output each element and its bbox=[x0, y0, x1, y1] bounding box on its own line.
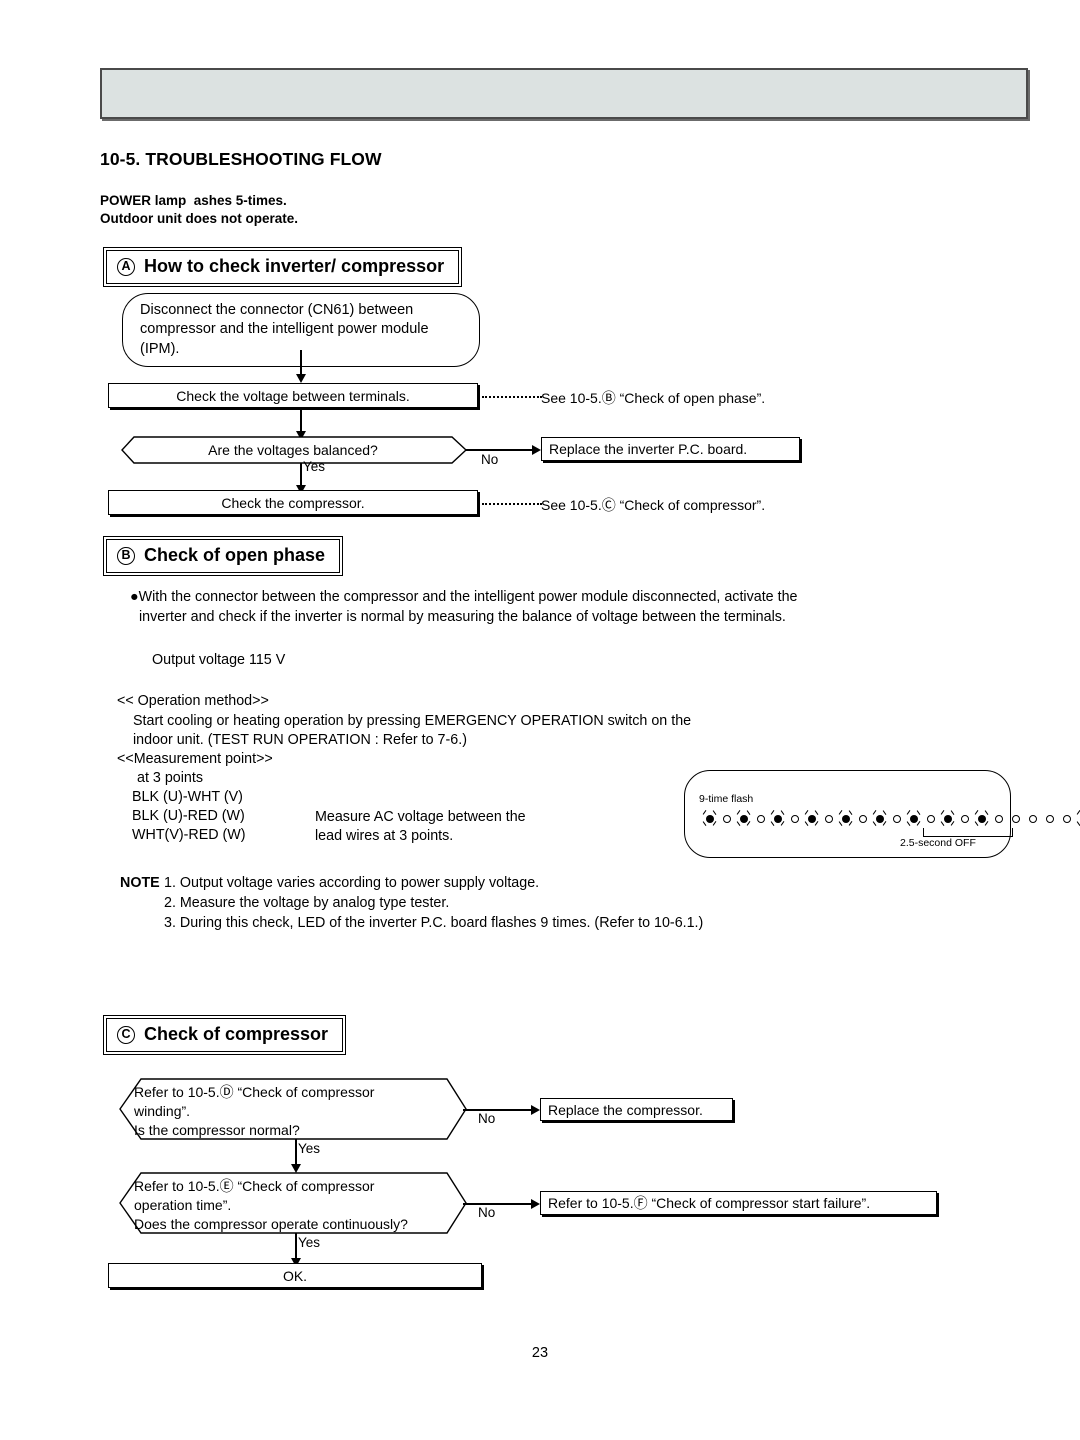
flow-a-decision-1-no-label: No bbox=[481, 452, 499, 467]
section-a-title: How to check inverter/ compressor bbox=[144, 256, 445, 276]
measurement-point-3: WHT(V)-RED (W) bbox=[132, 827, 246, 843]
flow-c-end-box: OK. bbox=[108, 1263, 482, 1288]
operation-line-2: indoor unit. (TEST RUN OPERATION : Refer… bbox=[133, 732, 467, 748]
operation-line-1: Start cooling or heating operation by pr… bbox=[133, 713, 692, 729]
led-flash-off-icon bbox=[854, 809, 871, 827]
measurement-point-1: BLK (U)-WHT (V) bbox=[132, 789, 243, 805]
flow-a-decision-1-yes-label: Yes bbox=[303, 459, 326, 474]
arrowhead-c-no-1-icon bbox=[531, 1105, 540, 1115]
led-flash-off-icon bbox=[1024, 809, 1041, 827]
led-flash-on-icon bbox=[837, 809, 854, 827]
led-flash-diagram: 9-time flash 2.5-second OFF bbox=[684, 770, 1080, 858]
page-title: 10-5. TROUBLESHOOTING FLOW bbox=[100, 149, 382, 169]
connector-c-no-2 bbox=[463, 1203, 533, 1205]
flow-c-decision-1-no-label: No bbox=[478, 1111, 496, 1126]
led-flash-off-icon bbox=[888, 809, 905, 827]
section-b-title: Check of open phase bbox=[144, 545, 326, 565]
led-off-bracket-icon bbox=[923, 828, 1013, 837]
condition-line-2: Outdoor unit does not operate. bbox=[100, 211, 298, 226]
arrowhead-a-1-icon bbox=[296, 374, 306, 383]
led-flash-on-icon bbox=[769, 809, 786, 827]
led-flash-off-icon bbox=[718, 809, 735, 827]
led-flash-on-icon bbox=[905, 809, 922, 827]
measurement-point-heading: <<Measurement point>> bbox=[117, 751, 273, 767]
section-b-bullet-text: ●With the connector between the compress… bbox=[130, 589, 798, 626]
led-flash-on-icon bbox=[871, 809, 888, 827]
led-flash-on-icon bbox=[1075, 809, 1080, 827]
led-flash-off-icon bbox=[956, 809, 973, 827]
flow-c-decision-2: Refer to 10-5.Ⓔ “Check of compressor ope… bbox=[108, 1172, 474, 1234]
connector-a-2 bbox=[300, 408, 302, 433]
connector-c-yes-2 bbox=[295, 1233, 297, 1260]
flow-a-step-2-reference: See 10-5.Ⓒ “Check of compressor”. bbox=[541, 497, 766, 513]
operation-method-heading: << Operation method>> bbox=[117, 693, 269, 709]
leader-a-1 bbox=[482, 396, 542, 398]
flow-a-replace-inverter-box: Replace the inverter P.C. board. bbox=[541, 437, 800, 461]
led-pattern-row bbox=[701, 809, 1080, 827]
page-header-bar bbox=[100, 68, 1028, 119]
led-flash-off-icon bbox=[752, 809, 769, 827]
connector-c-yes-1 bbox=[295, 1139, 297, 1166]
flow-a-step-2-box: Check the compressor. bbox=[108, 490, 478, 515]
section-a-header: A How to check inverter/ compressor bbox=[103, 247, 463, 287]
flow-a-decision-1: Are the voltages balanced? bbox=[108, 436, 478, 464]
leader-a-2 bbox=[482, 503, 542, 505]
led-flash-off-icon bbox=[1007, 809, 1024, 827]
connector-c-no-1 bbox=[463, 1109, 533, 1111]
flow-c-decision-2-yes-label: Yes bbox=[298, 1235, 321, 1250]
led-flash-on-icon bbox=[803, 809, 820, 827]
led-flash-off-icon bbox=[786, 809, 803, 827]
led-flash-off-icon bbox=[820, 809, 837, 827]
connector-a-no bbox=[466, 449, 534, 451]
flow-c-replace-compressor-box: Replace the compressor. bbox=[540, 1098, 733, 1121]
arrowhead-a-no-icon bbox=[532, 445, 541, 455]
measurement-at-points: at 3 points bbox=[137, 770, 203, 786]
flow-a-step-1-reference: See 10-5.Ⓑ “Check of open phase”. bbox=[541, 390, 766, 406]
circled-letter-c-icon: C bbox=[117, 1025, 135, 1044]
note-item-2: 2. Measure the voltage by analog type te… bbox=[164, 895, 450, 911]
section-b-output-voltage: Output voltage 115 V bbox=[152, 652, 286, 668]
led-flash-on-icon bbox=[939, 809, 956, 827]
flow-c-decision-2-text: Refer to 10-5.Ⓔ “Check of compressor ope… bbox=[134, 1178, 408, 1232]
flow-c-decision-1-text: Refer to 10-5.Ⓓ “Check of compressor win… bbox=[134, 1084, 375, 1138]
section-c-title: Check of compressor bbox=[144, 1024, 329, 1044]
note-item-1: 1. Output voltage varies according to po… bbox=[164, 875, 540, 891]
page-number: 23 bbox=[531, 1345, 549, 1361]
flow-a-decision-1-text: Are the voltages balanced? bbox=[208, 442, 378, 458]
flow-a-step-1-box: Check the voltage between terminals. bbox=[108, 383, 478, 408]
section-c-header: C Check of compressor bbox=[103, 1015, 347, 1055]
connector-a-yes bbox=[300, 463, 302, 487]
led-flash-off-icon bbox=[990, 809, 1007, 827]
measurement-point-2: BLK (U)-RED (W) bbox=[132, 808, 245, 824]
flow-c-decision-2-no-label: No bbox=[478, 1205, 496, 1220]
note-item-3: 3. During this check, LED of the inverte… bbox=[164, 915, 704, 931]
measure-note-line-1: Measure AC voltage between the bbox=[315, 809, 526, 825]
flow-c-decision-1: Refer to 10-5.Ⓓ “Check of compressor win… bbox=[108, 1078, 474, 1140]
led-off-bracket-label: 2.5-second OFF bbox=[900, 837, 976, 849]
led-flash-caption: 9-time flash bbox=[699, 793, 754, 805]
condition-line-1: POWER lamp ashes 5-times. bbox=[100, 193, 287, 208]
measure-note-line-2: lead wires at 3 points. bbox=[315, 828, 454, 844]
connector-a-1 bbox=[300, 350, 302, 376]
arrowhead-c-no-2-icon bbox=[531, 1199, 540, 1209]
led-flash-off-icon bbox=[922, 809, 939, 827]
led-flash-off-icon bbox=[1058, 809, 1075, 827]
circled-letter-b-icon: B bbox=[117, 546, 135, 565]
led-flash-off-icon bbox=[1041, 809, 1058, 827]
flow-c-decision-1-yes-label: Yes bbox=[298, 1141, 321, 1156]
led-flash-on-icon bbox=[735, 809, 752, 827]
led-flash-on-icon bbox=[973, 809, 990, 827]
note-label: NOTE bbox=[120, 875, 160, 891]
circled-letter-a-icon: A bbox=[117, 257, 135, 276]
section-b-header: B Check of open phase bbox=[103, 536, 344, 576]
flow-c-start-failure-ref-box: Refer to 10-5.Ⓕ “Check of compressor sta… bbox=[540, 1191, 937, 1215]
led-flash-on-icon bbox=[701, 809, 718, 827]
